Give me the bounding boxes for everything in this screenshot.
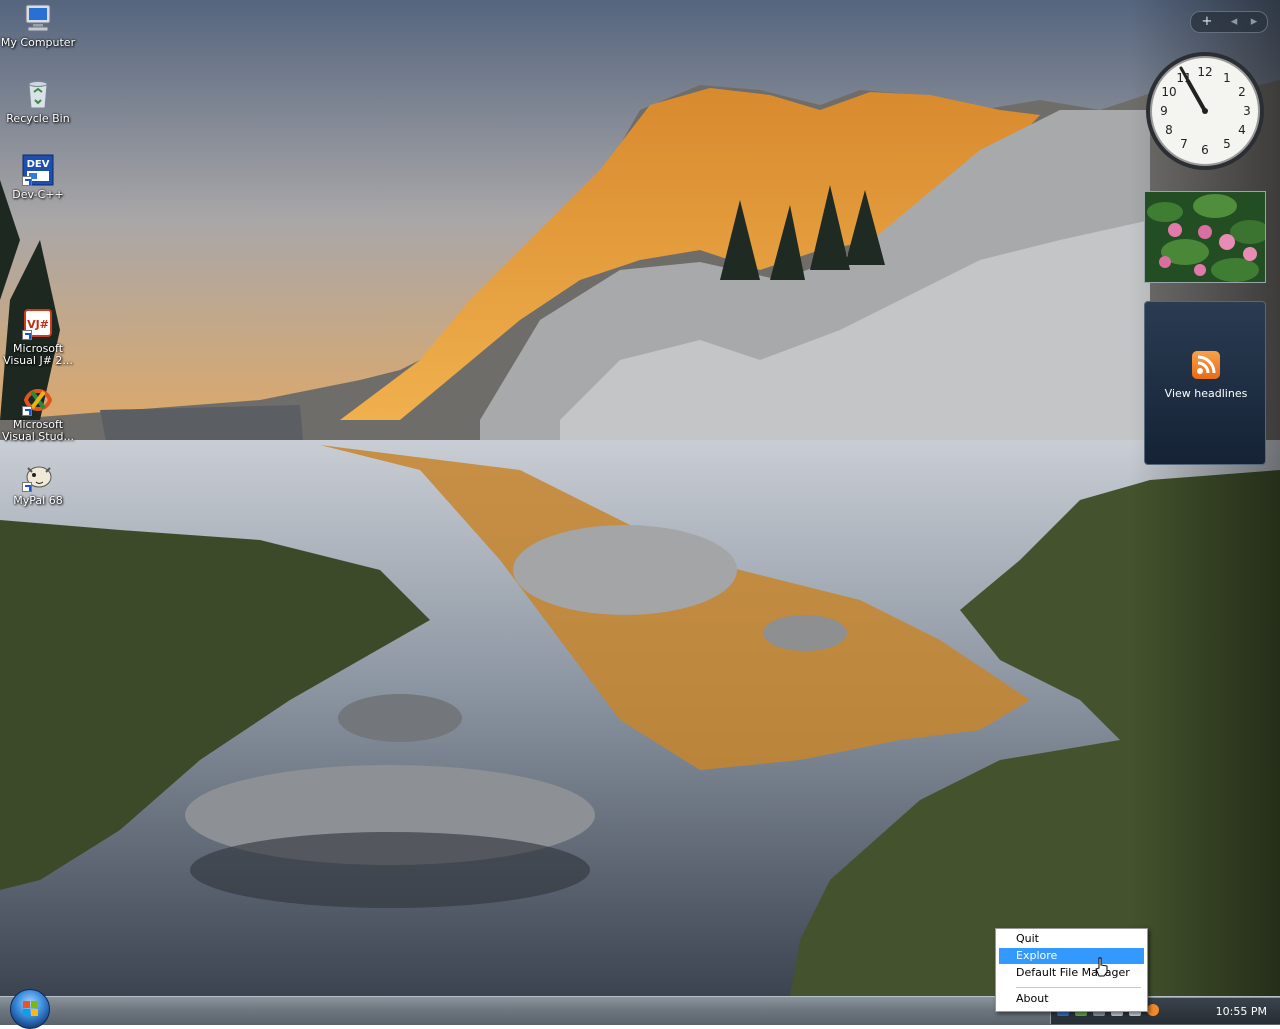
clock-numeral: 5 [1223,137,1231,151]
clock-numeral: 9 [1160,104,1168,118]
menu-item-about[interactable]: About [999,991,1144,1007]
clock-numeral: 12 [1197,65,1212,79]
view-headlines-link[interactable]: View headlines [1145,387,1267,400]
slideshow-gadget[interactable] [1144,191,1266,283]
clock-numeral: 1 [1223,71,1231,85]
start-button[interactable] [10,989,50,1029]
desktop-icon-mypal[interactable]: MyPal 68 [0,460,76,507]
clock-numeral: 3 [1243,104,1251,118]
desktop-icon-label: Recycle Bin [6,112,70,125]
menu-separator [1016,987,1141,988]
feed-headlines-gadget[interactable]: View headlines [1144,301,1266,465]
shortcut-arrow-icon [22,482,32,492]
menu-item-quit[interactable]: Quit [999,931,1144,947]
shortcut-arrow-icon [22,176,32,186]
my-computer-icon [22,2,54,34]
desktop-icon-recycle-bin[interactable]: Recycle Bin [0,78,76,125]
windows-logo-icon [23,1001,38,1016]
desktop-icon-label: MyPal 68 [13,494,63,507]
wallpaper-landscape [0,0,1280,996]
rss-feed-icon [1192,351,1220,379]
shortcut-arrow-icon [22,330,32,340]
clock-numeral: 2 [1238,85,1246,99]
mypal-icon [22,460,54,492]
visual-j-sharp-icon: VJ# [22,308,54,340]
clock-numeral: 10 [1161,85,1176,99]
mouse-pointer-icon [1095,957,1108,977]
desktop-icon-label: My Computer [0,36,76,49]
dev-cpp-icon: DEV [22,154,54,186]
previous-gadgets-button[interactable]: ◂ [1225,12,1243,32]
sidebar-controls: + ◂ ▸ [1190,11,1268,33]
desktop-icon-visual-j-sharp[interactable]: VJ# Microsoft Visual J# 2... [0,308,76,367]
visual-studio-icon [22,384,54,416]
desktop-wallpaper [0,0,1280,996]
desktop-icon-label: Dev-C++ [12,188,64,201]
desktop-icon-label: Microsoft Visual Stud... [1,418,75,443]
tray-context-menu: Quit Explore Default File Manager About [995,928,1148,1012]
tray-search-icon[interactable] [1147,1004,1159,1016]
clock-numeral: 8 [1165,123,1173,137]
next-gadgets-button[interactable]: ▸ [1245,12,1263,32]
desktop-icon-label: Microsoft Visual J# 2... [3,342,73,367]
add-gadget-button[interactable]: + [1195,12,1219,32]
menu-item-explore[interactable]: Explore [999,948,1144,964]
desktop-icon-my-computer[interactable]: My Computer [0,2,76,49]
desktop-icon-dev-cpp[interactable]: DEV Dev-C++ [0,154,76,201]
slideshow-photo [1145,192,1265,282]
clock-numeral: 7 [1180,137,1188,151]
clock-numeral: 4 [1238,123,1246,137]
taskbar-clock[interactable]: 10:55 PM [1216,1005,1267,1018]
recycle-bin-icon [22,78,54,110]
clock-numeral: 6 [1201,143,1209,157]
shortcut-arrow-icon [22,406,32,416]
desktop-icon-visual-studio[interactable]: Microsoft Visual Stud... [0,384,76,443]
clock-gadget[interactable]: 12 1 2 3 4 5 6 7 8 9 10 11 [1144,50,1266,172]
menu-item-default-file-manager[interactable]: Default File Manager [999,965,1144,981]
svg-text:DEV: DEV [27,159,50,170]
